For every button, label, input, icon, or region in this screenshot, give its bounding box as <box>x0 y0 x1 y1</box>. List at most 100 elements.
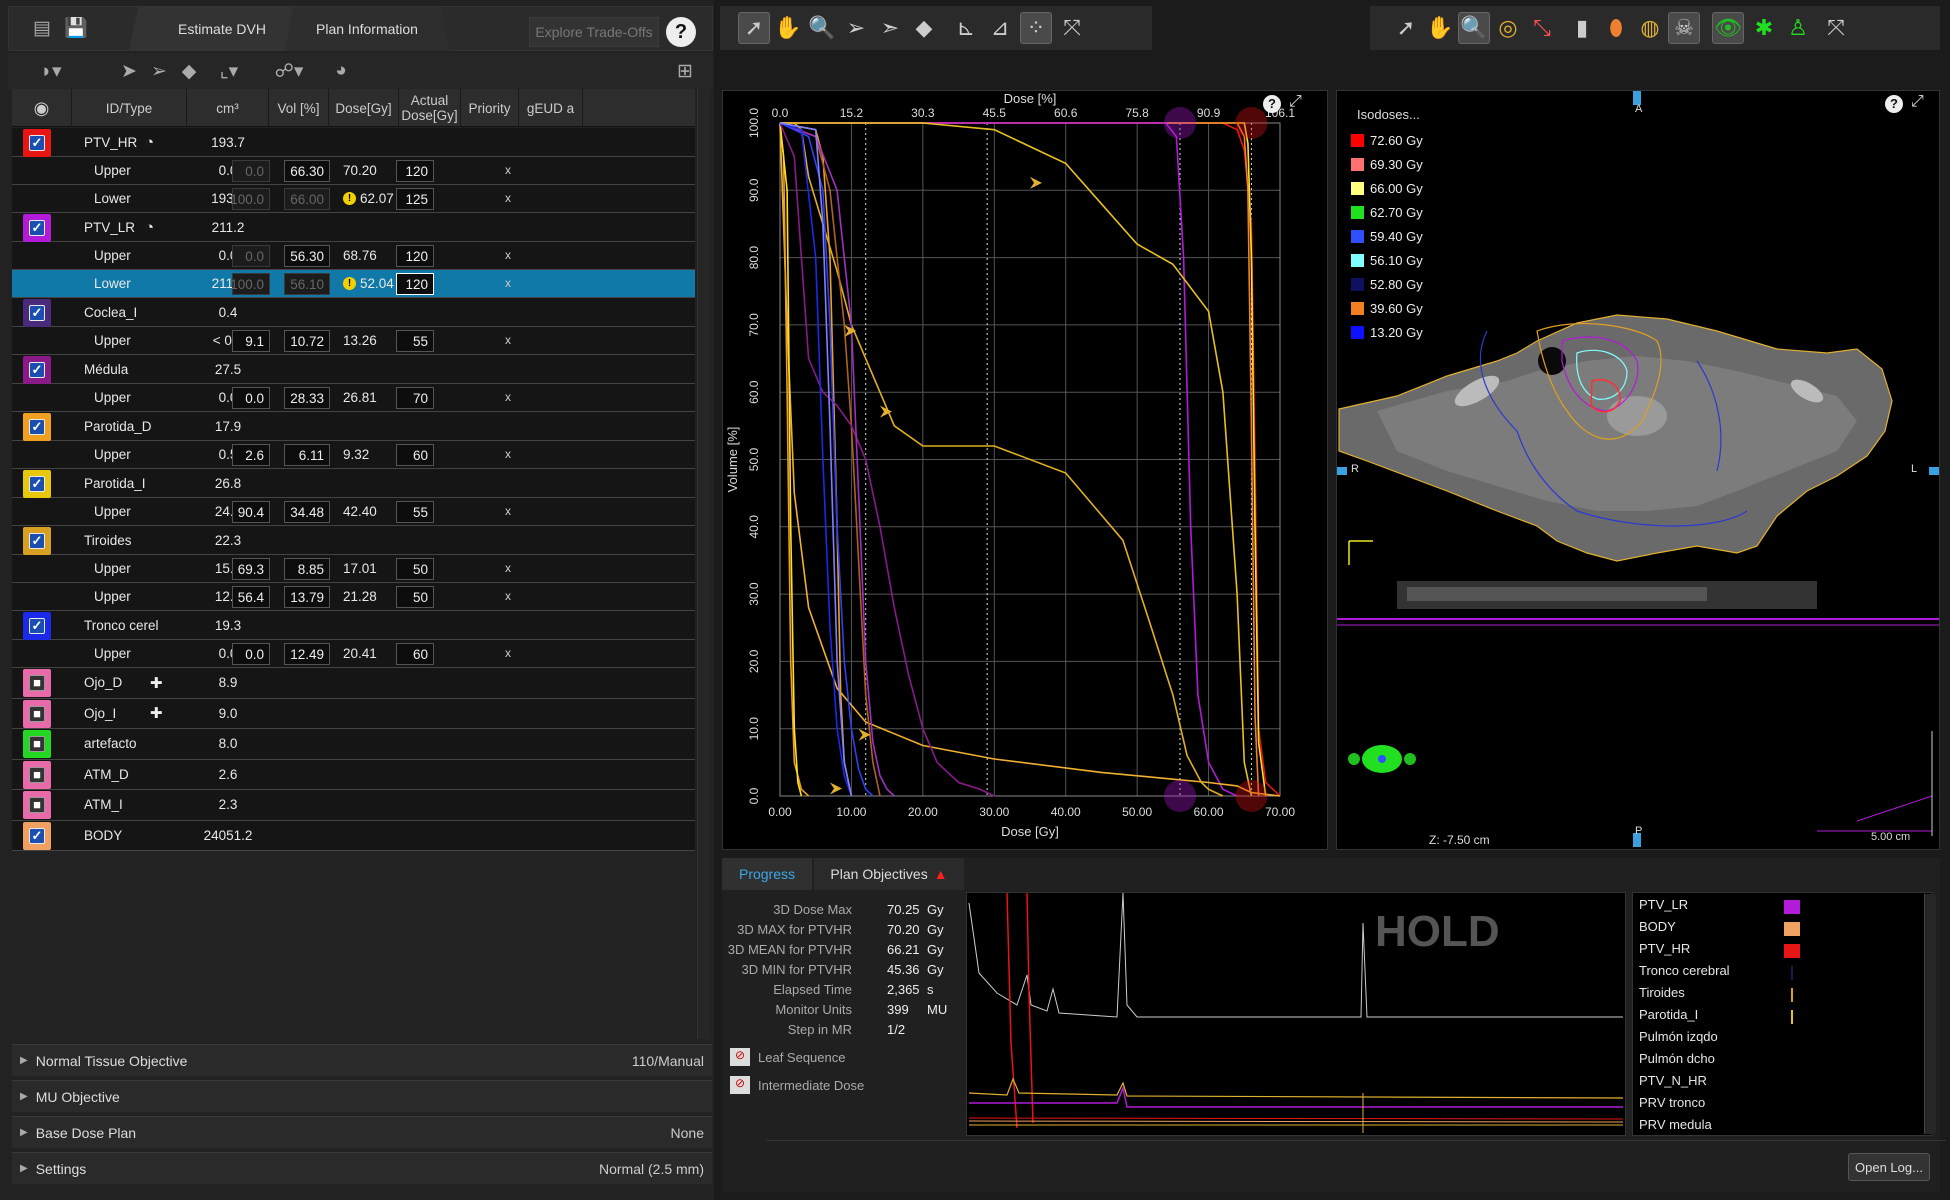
ring-icon[interactable]: ◔ <box>145 128 154 156</box>
delete-objective-button[interactable]: x <box>498 191 518 205</box>
col-cm3[interactable]: cm³ <box>187 89 269 127</box>
col-actual-dose[interactable]: Actual Dose[Gy] <box>399 89 461 127</box>
structure-row[interactable]: ■ Ojo_I ✚ 9.0 <box>12 698 695 729</box>
structure-visibility-checkbox[interactable]: ✓ <box>29 134 45 151</box>
upper-arrow-icon[interactable]: ➢ <box>840 12 872 44</box>
objective-row[interactable]: Upper 0.0 0.0 28.33 26.81 70 x <box>12 384 695 412</box>
body-icon[interactable]: ✱ <box>1748 12 1780 44</box>
tab-plan-information[interactable]: Plan Information <box>285 7 449 51</box>
col-vol[interactable]: Vol [%] <box>269 89 329 127</box>
objective-row[interactable]: Upper 12.6 56.4 13.79 21.28 50 x <box>12 583 695 611</box>
structure-row[interactable]: ■ artefacto 8.0 <box>12 729 695 760</box>
legend-item[interactable]: PRV tronco <box>1639 1095 1919 1115</box>
structure-row[interactable]: ✓ PTV_LR ◔ 211.2 <box>12 213 695 242</box>
delete-objective-button[interactable]: x <box>498 504 518 518</box>
col-id-type[interactable]: ID/Type <box>72 89 187 127</box>
structure-color-swatch[interactable]: ✓ <box>23 355 51 384</box>
dose-input[interactable]: 56.10 <box>284 273 330 295</box>
structure-color-swatch[interactable]: ✓ <box>23 128 51 157</box>
delete-objective-button[interactable]: x <box>498 248 518 262</box>
priority-input[interactable]: 60 <box>396 643 434 665</box>
dose-input[interactable]: 66.00 <box>284 188 330 210</box>
tab-progress[interactable]: Progress <box>722 858 812 890</box>
legend-item[interactable]: Pulmón dcho <box>1639 1051 1919 1071</box>
legend-item[interactable]: PTV_LR <box>1639 897 1919 917</box>
structure-visibility-checkbox[interactable]: ✓ <box>29 475 45 492</box>
isodose-item[interactable]: 39.60 Gy <box>1351 301 1471 321</box>
vol-percent-input[interactable]: 2.6 <box>232 444 270 466</box>
dvh-svg[interactable]: 0.00 10.00 20.00 30.00 40.00 50.00 60.00 70.00 0… <box>723 91 1327 849</box>
structure-row[interactable]: ✓ BODY 24051.2 <box>12 820 695 851</box>
dose-input[interactable]: 34.48 <box>284 501 330 523</box>
dose-gy-icon[interactable]: ◎ <box>1492 12 1524 44</box>
pan-hand-icon[interactable]: ✋ <box>772 12 804 44</box>
structure-color-swatch[interactable]: ✓ <box>23 526 51 555</box>
shape-dropdown-icon[interactable]: ◗▾ <box>38 58 64 84</box>
objective-row[interactable]: Upper 24.3 90.4 34.48 42.40 55 x <box>12 498 695 526</box>
priority-input[interactable]: 120 <box>396 245 434 267</box>
objective-row[interactable]: Upper 0.0 0.0 12.49 20.41 60 x <box>12 640 695 668</box>
objective-row[interactable]: Upper 0.5 2.6 6.11 9.32 60 x <box>12 441 695 469</box>
accordion-settings[interactable]: ▶ Settings Normal (2.5 mm) <box>12 1152 712 1184</box>
priority-input[interactable]: 120 <box>396 273 434 295</box>
dose-input[interactable]: 56.30 <box>284 245 330 267</box>
dose-input[interactable]: 10.72 <box>284 330 330 352</box>
isodose-item[interactable]: 69.30 Gy <box>1351 157 1471 177</box>
delete-objective-button[interactable]: x <box>498 589 518 603</box>
structure-visibility-checkbox[interactable]: ✓ <box>29 827 45 844</box>
person-icon[interactable]: ♙ <box>1782 12 1814 44</box>
objective-row[interactable]: Upper 0.0 0.0 66.30 70.20 120 x <box>12 157 695 185</box>
export-icon[interactable]: ⊞ <box>672 58 698 84</box>
contour-icon[interactable]: ◍ <box>1634 12 1666 44</box>
structure-color-swatch[interactable]: ✓ <box>23 213 51 242</box>
measure-icon[interactable]: ⤡ <box>1526 12 1558 44</box>
dvh-chart[interactable]: 0.00 10.00 20.00 30.00 40.00 50.00 60.00 70.00 0… <box>722 90 1328 850</box>
structure-icon[interactable]: ⬮ <box>1600 12 1632 44</box>
pan-hand-icon[interactable]: ✋ <box>1424 12 1456 44</box>
vol-percent-input[interactable]: 100.0 <box>230 188 270 210</box>
delete-objective-button[interactable]: x <box>498 646 518 660</box>
legend-item[interactable]: Parotida_I <box>1639 1007 1919 1027</box>
ct-help-icon[interactable]: ? <box>1885 95 1903 113</box>
vol-percent-input[interactable]: 0.0 <box>232 245 270 267</box>
legend-item[interactable]: BODY <box>1639 919 1919 939</box>
structure-color-swatch[interactable]: ✓ <box>23 821 51 850</box>
diamond-icon[interactable]: ◆ <box>908 12 940 44</box>
vol-percent-input[interactable]: 69.3 <box>232 558 270 580</box>
legend-item[interactable]: PTV_N_HR <box>1639 1073 1919 1093</box>
legend-item[interactable]: PTV_HR <box>1639 941 1919 961</box>
tab-plan-objectives[interactable]: Plan Objectives ▲ <box>814 858 964 890</box>
pointer-icon[interactable]: ➚ <box>1390 12 1422 44</box>
priority-input[interactable]: 50 <box>396 586 434 608</box>
help-icon[interactable]: ? <box>666 17 696 47</box>
structure-tools-icon[interactable]: ☍▾ <box>275 58 304 84</box>
legend-item[interactable]: PRV medula <box>1639 1117 1919 1137</box>
dose-input[interactable]: 6.11 <box>284 444 330 466</box>
structure-visibility-checkbox[interactable]: ■ <box>29 675 45 692</box>
structure-color-swatch[interactable]: ■ <box>23 730 51 759</box>
fit-icon[interactable]: ⤧ <box>1820 12 1852 44</box>
structure-visibility-checkbox[interactable]: ✓ <box>29 219 45 236</box>
save-icon[interactable]: 💾 <box>63 15 89 41</box>
col-geud[interactable]: gEUD a <box>519 89 583 127</box>
structure-row[interactable]: ✓ Tronco cerel 19.3 <box>12 611 695 640</box>
structure-row[interactable]: ✓ Parotida_I 26.8 <box>12 469 695 498</box>
structure-row[interactable]: ✓ Médula 27.5 <box>12 355 695 384</box>
layers-icon[interactable]: ▮ <box>1566 12 1598 44</box>
point-objective-icon[interactable]: ◆ <box>176 58 202 84</box>
structure-color-swatch[interactable]: ✓ <box>23 469 51 498</box>
priority-input[interactable]: 50 <box>396 558 434 580</box>
table-scrollbar[interactable] <box>697 89 710 1039</box>
structure-visibility-checkbox[interactable]: ✓ <box>29 304 45 321</box>
add-structure-icon[interactable]: ✚ <box>150 699 163 729</box>
dvh-line2-icon[interactable]: ⊿ <box>984 12 1016 44</box>
dose-input[interactable]: 28.33 <box>284 387 330 409</box>
vol-percent-input[interactable]: 90.4 <box>232 501 270 523</box>
structure-visibility-checkbox[interactable]: ✓ <box>29 617 45 634</box>
structure-visibility-checkbox[interactable]: ■ <box>29 705 45 722</box>
structure-row[interactable]: ✓ PTV_HR ◔ 193.7 <box>12 128 695 157</box>
priority-input[interactable]: 55 <box>396 501 434 523</box>
zoom-icon[interactable]: 🔍 <box>1458 12 1490 44</box>
structure-color-swatch[interactable]: ■ <box>23 699 51 728</box>
legend-item[interactable]: Pulmón izqdo <box>1639 1029 1919 1049</box>
